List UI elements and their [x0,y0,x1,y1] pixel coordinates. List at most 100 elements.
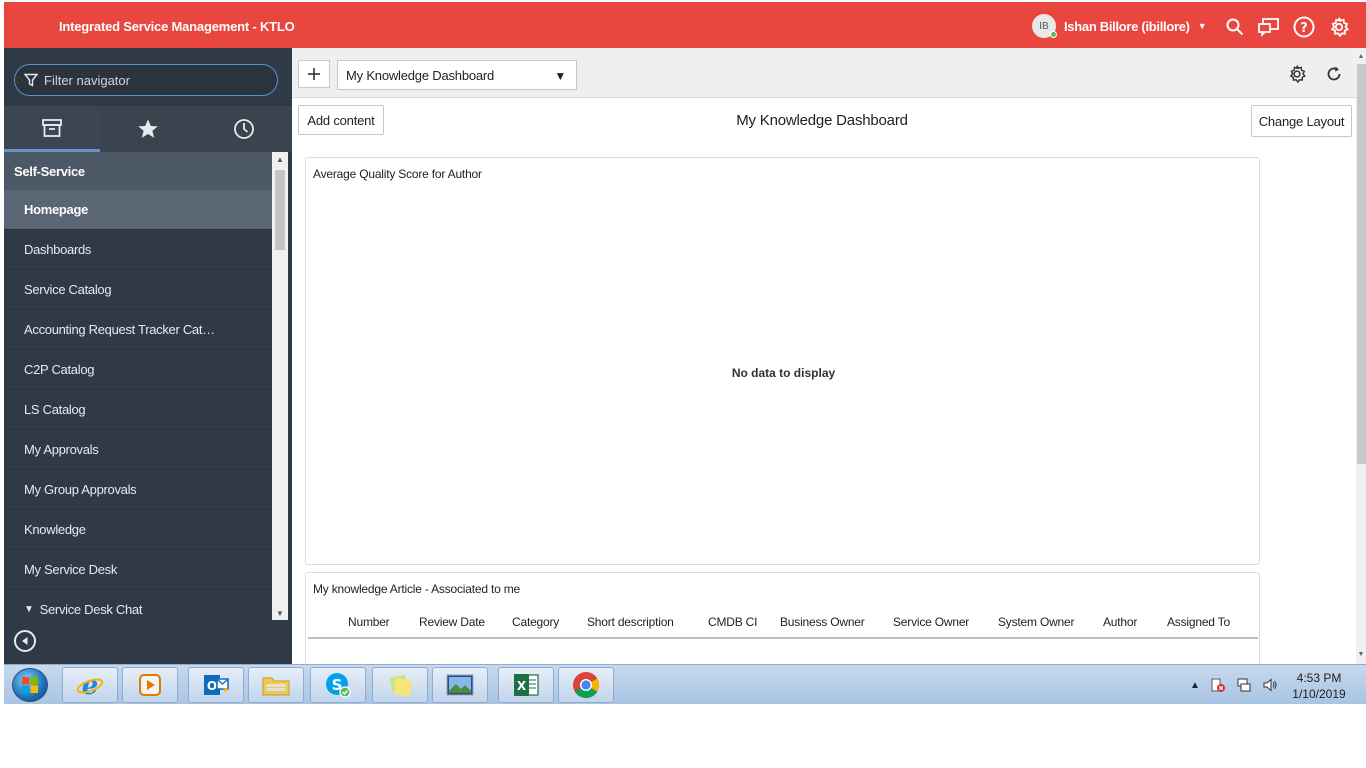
nav-item-my-service-desk[interactable]: My Service Desk [4,550,272,590]
navigator-scrollbar[interactable]: ▲ ▼ [272,152,288,620]
app-title[interactable]: Integrated Service Management - KTLO [59,19,295,34]
chevron-down-icon[interactable]: ▼ [1198,21,1207,31]
internet-explorer-icon: e [76,671,104,699]
archive-icon [42,118,62,137]
change-layout-button[interactable]: Change Layout [1251,105,1352,137]
scrollbar-thumb[interactable] [275,170,285,250]
nav-item-c2p-catalog[interactable]: C2P Catalog [4,350,272,390]
column-header-system-owner[interactable]: System Owner [998,615,1074,629]
dashboard-title: My Knowledge Dashboard [736,112,908,129]
media-player-icon [139,674,161,696]
scroll-up-icon[interactable]: ▲ [272,152,288,166]
search-icon[interactable] [1224,16,1246,38]
nav-item-my-approvals[interactable]: My Approvals [4,430,272,470]
svg-text:X: X [517,679,527,693]
column-header-number[interactable]: Number [348,615,390,629]
tab-history[interactable] [196,106,292,152]
nav-item-my-group-approvals[interactable]: My Group Approvals [4,470,272,510]
star-icon [138,119,158,138]
triangle-down-icon: ▼ [24,604,34,615]
taskbar-media-player[interactable] [122,667,178,703]
clock-icon [234,119,254,139]
avatar[interactable]: IB [1032,14,1057,38]
nav-item-knowledge[interactable]: Knowledge [4,510,272,550]
column-header-short-description[interactable]: Short description [587,615,674,629]
refresh-icon[interactable] [1323,63,1345,85]
clock-date: 1/10/2019 [1292,687,1346,701]
nav-item-label: Service Desk Chat [39,602,143,617]
no-data-message: No data to display [731,366,836,380]
tab-all-applications[interactable] [4,106,100,152]
svg-text:?: ? [1300,21,1308,36]
volume-icon[interactable] [1262,677,1278,693]
show-hidden-icons-icon[interactable]: ▲ [1190,680,1200,691]
column-header-business-owner[interactable]: Business Owner [780,615,865,629]
nav-item-service-desk-chat[interactable]: ▼ Service Desk Chat [4,590,272,620]
scrollbar-thumb[interactable] [1357,64,1366,464]
photo-viewer-icon [446,674,474,696]
taskbar-excel[interactable]: X [498,667,554,703]
column-header-cmdb-ci[interactable]: CMDB CI [708,615,757,629]
navigator-tabs [4,106,292,152]
column-header-category[interactable]: Category [512,615,559,629]
scroll-up-icon[interactable]: ▲ [1356,50,1366,62]
filter-icon [24,73,38,87]
nav-item-service-catalog[interactable]: Service Catalog [4,270,272,310]
taskbar-internet-explorer[interactable]: e [62,667,118,703]
taskbar-file-explorer[interactable] [248,667,304,703]
start-button[interactable] [12,668,48,702]
navigator-list: Self-Service Homepage Dashboards Service… [4,152,272,620]
collapse-navigator-button[interactable] [14,630,36,652]
taskbar-outlook[interactable]: O [188,667,244,703]
svg-text:O: O [207,679,217,693]
widget-title: Average Quality Score for Author [313,167,482,181]
add-content-button[interactable]: Add content [298,105,384,135]
nav-item-accounting-request-tracker[interactable]: Accounting Request Tracker Cat… [4,310,272,350]
chrome-icon [573,672,600,699]
avatar-initials: IB [1039,20,1049,32]
taskbar-photo-viewer[interactable] [432,667,488,703]
taskbar-sticky-notes[interactable] [372,667,428,703]
taskbar-skype[interactable]: S [310,667,366,703]
widget-title: My knowledge Article - Associated to me [313,582,520,596]
nav-item-homepage[interactable]: Homepage [4,190,272,230]
user-name[interactable]: Ishan Billore (ibillore) [1064,19,1190,34]
widget-knowledge-articles: My knowledge Article - Associated to me … [305,572,1260,672]
column-header-review-date[interactable]: Review Date [419,615,485,629]
column-header-service-owner[interactable]: Service Owner [893,615,969,629]
system-clock[interactable]: 4:53 PM 1/10/2019 [1286,670,1352,702]
navigator-sidebar: Self-Service Homepage Dashboards Service… [4,48,292,664]
user-menu[interactable]: IB Ishan Billore (ibillore) ▼ [1032,14,1207,38]
column-header-assigned-to[interactable]: Assigned To [1167,615,1230,629]
column-header-author[interactable]: Author [1103,615,1137,629]
app-header: Integrated Service Management - KTLO IB … [4,2,1366,48]
excel-icon: X [514,674,539,696]
chat-icon[interactable] [1258,16,1280,38]
nav-item-ls-catalog[interactable]: LS Catalog [4,390,272,430]
network-icon[interactable] [1236,677,1252,693]
scroll-down-icon[interactable]: ▼ [272,606,288,620]
skype-icon: S [326,673,351,698]
folder-icon [262,677,290,696]
widget-quality-score: Average Quality Score for Author No data… [305,157,1260,565]
nav-section-self-service[interactable]: Self-Service [4,152,272,190]
gear-icon[interactable] [1328,16,1350,38]
dashboard-toolbar: My Knowledge Dashboard ▼ [292,48,1356,98]
add-dashboard-button[interactable] [298,60,330,88]
action-center-icon[interactable] [1210,677,1226,693]
taskbar-chrome[interactable] [558,667,614,703]
outlook-icon: O [204,675,229,695]
nav-item-dashboards[interactable]: Dashboards [4,230,272,270]
tab-favorites[interactable] [100,106,196,152]
clock-time: 4:53 PM [1296,671,1342,685]
triangle-down-icon: ▼ [554,69,566,83]
dashboard-settings-icon[interactable] [1286,63,1308,85]
filter-navigator[interactable] [14,64,278,96]
table-header: Number Review Date Category Short descri… [308,613,1258,639]
plus-icon [308,68,320,80]
help-icon[interactable]: ? [1293,16,1315,38]
dashboard-select[interactable]: My Knowledge Dashboard ▼ [337,60,577,90]
filter-input[interactable] [44,72,264,88]
main-scrollbar[interactable]: ▲ ▼ [1356,48,1366,664]
scroll-down-icon[interactable]: ▼ [1356,648,1366,660]
